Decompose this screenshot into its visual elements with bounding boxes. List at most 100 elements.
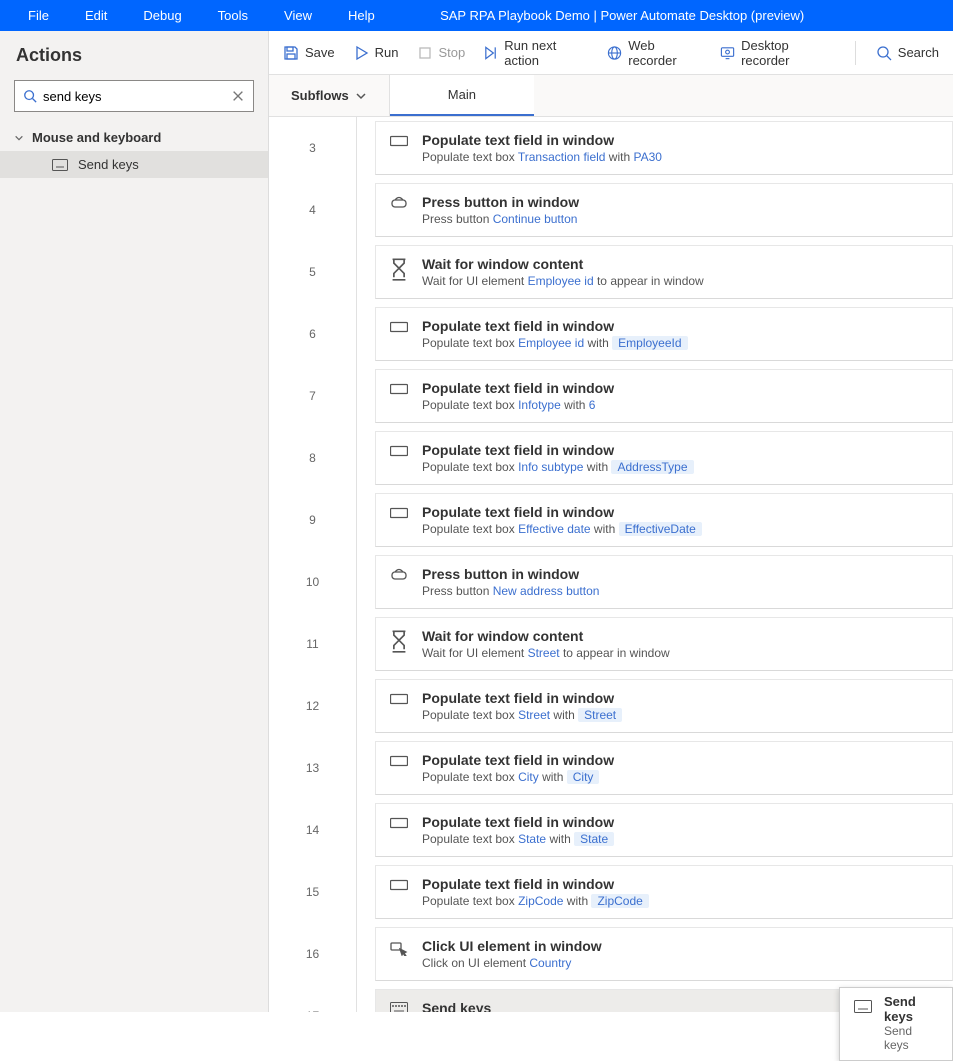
step-title: Populate text field in window — [422, 814, 614, 830]
stop-label: Stop — [439, 45, 466, 60]
tooltip-subtitle: Send keys — [884, 1024, 938, 1052]
step-subtitle: Populate text box Infotype with 6 — [422, 398, 614, 412]
web-recorder-label: Web recorder — [628, 38, 702, 68]
textbox-icon — [390, 754, 408, 772]
step-card[interactable]: Populate text field in windowPopulate te… — [375, 369, 953, 423]
ui-element-link: ZipCode — [518, 894, 563, 908]
step-card[interactable]: Press button in windowPress button Conti… — [375, 183, 953, 237]
variable-chip: AddressType — [611, 460, 693, 474]
step-row: 3Populate text field in windowPopulate t… — [269, 117, 953, 179]
run-label: Run — [375, 45, 399, 60]
menu-edit[interactable]: Edit — [67, 2, 125, 29]
menu-tools[interactable]: Tools — [200, 2, 266, 29]
step-number: 6 — [269, 303, 357, 365]
ui-element-link: Continue button — [493, 212, 578, 226]
textbox-icon — [390, 134, 408, 152]
ui-element-link: Info subtype — [518, 460, 583, 474]
ui-element-link: Street — [518, 708, 550, 722]
desktop-recorder-label: Desktop recorder — [741, 38, 835, 68]
subflows-label: Subflows — [291, 88, 349, 103]
clear-search-icon[interactable] — [231, 89, 245, 103]
step-number: 17 — [269, 985, 357, 1012]
subflows-button[interactable]: Subflows — [269, 75, 390, 116]
actions-leaf-label: Send keys — [78, 157, 139, 172]
step-subtitle: Populate text box Transaction field with… — [422, 150, 662, 164]
step-card[interactable]: Press button in windowPress button New a… — [375, 555, 953, 609]
search-icon — [23, 89, 37, 103]
menu-view[interactable]: View — [266, 2, 330, 29]
wait-icon — [390, 630, 408, 648]
ui-element-link: PA30 — [633, 150, 661, 164]
step-card[interactable]: Wait for window contentWait for UI eleme… — [375, 617, 953, 671]
save-button[interactable]: Save — [283, 45, 335, 61]
step-card[interactable]: Populate text field in windowPopulate te… — [375, 307, 953, 361]
step-number: 10 — [269, 551, 357, 613]
step-card[interactable]: Populate text field in windowPopulate te… — [375, 121, 953, 175]
menu-file[interactable]: File — [10, 2, 67, 29]
run-button[interactable]: Run — [353, 45, 399, 61]
ui-element-link: Infotype — [518, 398, 561, 412]
actions-panel-title: Actions — [0, 45, 268, 80]
ui-element-link: Transaction field — [518, 150, 606, 164]
ui-element-link: Country — [529, 956, 571, 970]
stop-button[interactable]: Stop — [417, 45, 466, 61]
step-row: 12 Populate text field in windowPopulate … — [269, 675, 953, 737]
step-row: 16Click UI element in windowClick on UI … — [269, 923, 953, 985]
play-icon — [353, 45, 369, 61]
menu-help[interactable]: Help — [330, 2, 393, 29]
ui-element-link: New address button — [493, 584, 600, 598]
step-row: 5 Wait for window content Wait for UI elem… — [269, 241, 953, 303]
step-card[interactable]: Populate text field in windowPopulate te… — [375, 865, 953, 919]
tab-main[interactable]: Main — [390, 75, 534, 116]
step-number: 8 — [269, 427, 357, 489]
step-number: 12 — [269, 675, 357, 737]
run-next-button[interactable]: Run next action — [483, 38, 589, 68]
actions-search[interactable] — [14, 80, 254, 112]
step-card[interactable]: Click UI element in windowClick on UI el… — [375, 927, 953, 981]
ui-element-link: State — [518, 832, 546, 846]
step-number: 5 — [269, 241, 357, 303]
actions-search-input[interactable] — [37, 89, 231, 104]
web-recorder-button[interactable]: Web recorder — [607, 38, 702, 68]
actions-panel: Actions Mouse and keyboard Send keys — [0, 31, 269, 1012]
step-card[interactable]: Populate text field in windowPopulate te… — [375, 431, 953, 485]
search-button[interactable]: Search — [876, 45, 939, 61]
textbox-icon — [390, 692, 408, 710]
step-row: 4Press button in windowPress button Cont… — [269, 179, 953, 241]
search-icon — [876, 45, 892, 61]
menu-debug[interactable]: Debug — [125, 2, 199, 29]
step-number: 11 — [269, 613, 357, 675]
step-row: 8 Populate text field in windowPopulate t… — [269, 427, 953, 489]
step-number: 7 — [269, 365, 357, 427]
wait-icon — [390, 258, 408, 276]
ui-element-link: Employee id — [518, 336, 584, 350]
step-subtitle: Press button Continue button — [422, 212, 579, 226]
menu-bar: File Edit Debug Tools View Help SAP RPA … — [0, 0, 953, 31]
desktop-recorder-button[interactable]: Desktop recorder — [720, 38, 835, 68]
step-title: Populate text field in window — [422, 504, 702, 520]
globe-icon — [607, 45, 622, 61]
actions-leaf-send-keys[interactable]: Send keys — [0, 151, 268, 178]
step-card[interactable]: Populate text field in windowPopulate te… — [375, 679, 953, 733]
ui-element-link: Effective date — [518, 522, 591, 536]
ui-element-link: Street — [528, 646, 560, 660]
stop-icon — [417, 45, 433, 61]
chevron-down-icon — [355, 90, 367, 102]
step-title: Wait for window content — [422, 256, 704, 272]
step-card[interactable]: Populate text field in windowPopulate te… — [375, 741, 953, 795]
keyboard-icon — [854, 998, 872, 1016]
chevron-down-icon — [14, 133, 24, 143]
step-card[interactable]: Populate text field in windowPopulate te… — [375, 493, 953, 547]
textbox-icon — [390, 816, 408, 834]
step-subtitle: Wait for UI element Employee id to appea… — [422, 274, 704, 288]
step-card[interactable]: Populate text field in windowPopulate te… — [375, 803, 953, 857]
variable-chip: Street — [578, 708, 622, 722]
textbox-icon — [390, 444, 408, 462]
step-row: 10 Press button in windowPress button New… — [269, 551, 953, 613]
step-row: 6 Populate text field in windowPopulate t… — [269, 303, 953, 365]
step-number: 9 — [269, 489, 357, 551]
step-number: 15 — [269, 861, 357, 923]
actions-category[interactable]: Mouse and keyboard — [0, 124, 268, 151]
step-card[interactable]: Wait for window content Wait for UI eleme… — [375, 245, 953, 299]
step-row: 7 Populate text field in windowPopulate t… — [269, 365, 953, 427]
